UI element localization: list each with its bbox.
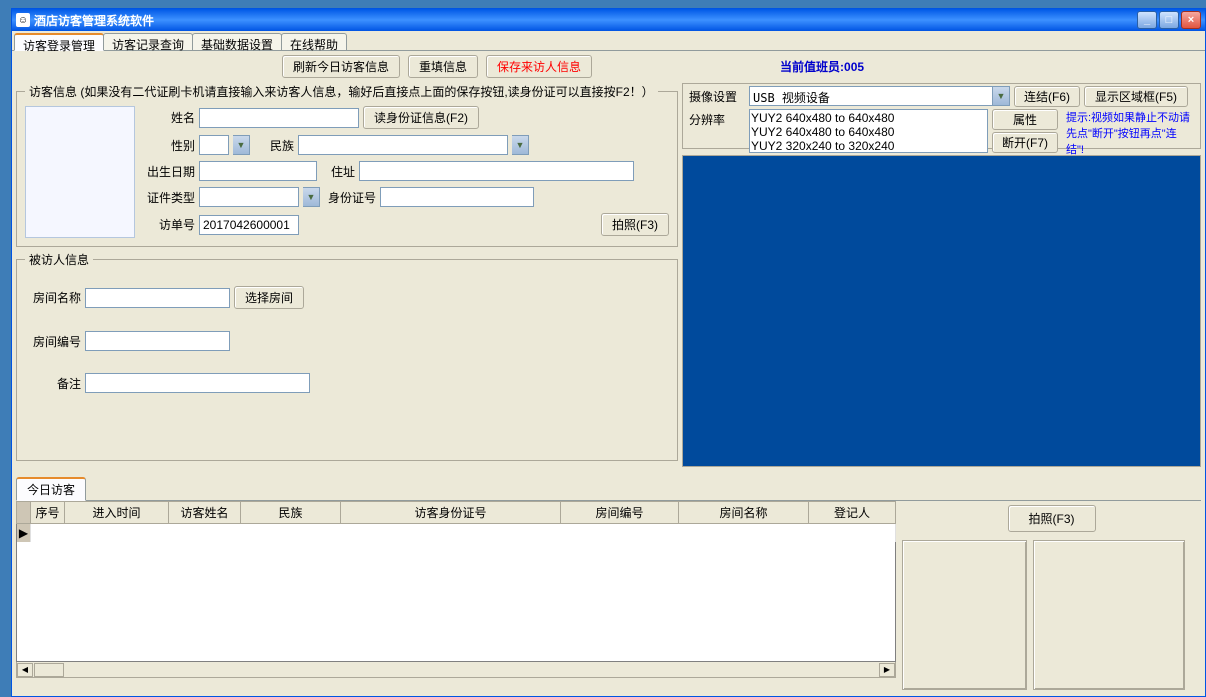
app-window: ☺ 酒店访客管理系统软件 _ □ × 访客登录管理 访客记录查询 基础数据设置 … bbox=[11, 8, 1206, 697]
id-type-dropdown-icon[interactable] bbox=[303, 187, 320, 207]
refill-button[interactable]: 重填信息 bbox=[408, 55, 478, 78]
resolution-list[interactable]: YUY2 640x480 to 640x480 YUY2 640x480 to … bbox=[749, 109, 988, 153]
horizontal-scrollbar[interactable]: ◀ ▶ bbox=[16, 662, 896, 678]
read-id-button[interactable]: 读身份证信息(F2) bbox=[363, 106, 479, 129]
ethnicity-dropdown-icon[interactable] bbox=[512, 135, 529, 155]
tab-today-visitors[interactable]: 今日访客 bbox=[16, 477, 86, 501]
resolution-label: 分辨率 bbox=[689, 109, 745, 128]
main-tabs: 访客登录管理 访客记录查询 基础数据设置 在线帮助 bbox=[12, 31, 1205, 51]
capture-preview-1 bbox=[902, 540, 1027, 690]
tab-visitor-query[interactable]: 访客记录查询 bbox=[103, 33, 193, 50]
scroll-thumb[interactable] bbox=[34, 663, 64, 677]
col-visitor-name[interactable]: 访客姓名 bbox=[169, 502, 241, 524]
refresh-button[interactable]: 刷新今日访客信息 bbox=[282, 55, 400, 78]
name-input[interactable] bbox=[199, 108, 359, 128]
id-number-label: 身份证号 bbox=[324, 189, 376, 206]
bottom-right-panel: 拍照(F3) bbox=[902, 501, 1201, 690]
camera-device-label: 摄像设置 bbox=[689, 86, 745, 105]
col-room-name[interactable]: 房间名称 bbox=[679, 502, 809, 524]
toolbar: 刷新今日访客信息 重填信息 保存来访人信息 当前值班员:005 bbox=[12, 51, 1205, 81]
take-photo-button[interactable]: 拍照(F3) bbox=[601, 213, 669, 236]
grid-row-selector-header bbox=[17, 502, 31, 524]
col-enter-time[interactable]: 进入时间 bbox=[65, 502, 169, 524]
camera-device-select[interactable]: USB 视频设备 bbox=[749, 86, 993, 106]
save-button[interactable]: 保存来访人信息 bbox=[486, 55, 592, 78]
capture-preview-2 bbox=[1033, 540, 1185, 690]
id-type-label: 证件类型 bbox=[141, 189, 195, 206]
title-bar: ☺ 酒店访客管理系统软件 _ □ × bbox=[12, 9, 1205, 31]
camera-hint: 提示:视频如果静止不动请先点"断开"按钮再点"连结"! bbox=[1062, 109, 1194, 157]
connect-button[interactable]: 连结(F6) bbox=[1014, 86, 1080, 107]
left-column: 访客信息 (如果没有二代证刷卡机请直接输入来访客人信息，输好后直接点上面的保存按… bbox=[16, 83, 678, 467]
visitor-info-legend: 访客信息 (如果没有二代证刷卡机请直接输入来访客人信息，输好后直接点上面的保存按… bbox=[25, 83, 658, 100]
disconnect-button[interactable]: 断开(F7) bbox=[992, 132, 1058, 153]
properties-button[interactable]: 属性 bbox=[992, 109, 1058, 130]
col-seq[interactable]: 序号 bbox=[31, 502, 65, 524]
id-type-input[interactable] bbox=[199, 187, 299, 207]
camera-settings-group: 摄像设置 USB 视频设备 连结(F6) 显示区域框(F5) bbox=[682, 83, 1201, 149]
row-indicator-icon: ▶ bbox=[17, 524, 31, 542]
ethnicity-label: 民族 bbox=[254, 137, 294, 154]
grid-current-row[interactable]: ▶ bbox=[17, 524, 896, 542]
address-label: 住址 bbox=[321, 163, 355, 180]
tab-help[interactable]: 在线帮助 bbox=[281, 33, 347, 50]
bottom-tab-bar: 今日访客 bbox=[16, 477, 1201, 501]
visit-no-label: 访单号 bbox=[141, 216, 195, 233]
gender-label: 性别 bbox=[141, 137, 195, 154]
name-label: 姓名 bbox=[141, 109, 195, 126]
camera-device-dropdown-icon[interactable] bbox=[993, 86, 1010, 106]
grid-container: 序号 进入时间 访客姓名 民族 访客身份证号 房间编号 房间名称 登记人 bbox=[16, 501, 896, 690]
remark-input[interactable] bbox=[85, 373, 310, 393]
current-staff: 当前值班员:005 bbox=[780, 58, 864, 75]
address-input[interactable] bbox=[359, 161, 634, 181]
ethnicity-input[interactable] bbox=[298, 135, 508, 155]
content-area: 刷新今日访客信息 重填信息 保存来访人信息 当前值班员:005 访客信息 (如果… bbox=[12, 51, 1205, 692]
visitors-grid[interactable]: 序号 进入时间 访客姓名 民族 访客身份证号 房间编号 房间名称 登记人 bbox=[16, 501, 896, 662]
col-ethnicity[interactable]: 民族 bbox=[241, 502, 341, 524]
col-room-no[interactable]: 房间编号 bbox=[561, 502, 679, 524]
window-title: 酒店访客管理系统软件 bbox=[34, 12, 1137, 29]
app-icon: ☺ bbox=[16, 13, 30, 27]
room-name-input[interactable] bbox=[85, 288, 230, 308]
gender-input[interactable] bbox=[199, 135, 229, 155]
id-number-input[interactable] bbox=[380, 187, 534, 207]
room-name-label: 房间名称 bbox=[25, 289, 81, 306]
visited-info-legend: 被访人信息 bbox=[25, 251, 93, 268]
capture-button[interactable]: 拍照(F3) bbox=[1008, 505, 1096, 532]
col-id-number[interactable]: 访客身份证号 bbox=[341, 502, 561, 524]
remark-label: 备注 bbox=[25, 375, 81, 392]
maximize-button[interactable]: □ bbox=[1159, 11, 1179, 29]
photo-preview bbox=[25, 106, 135, 238]
visit-no-input[interactable] bbox=[199, 215, 299, 235]
birth-label: 出生日期 bbox=[141, 163, 195, 180]
window-controls: _ □ × bbox=[1137, 11, 1201, 29]
scroll-right-icon[interactable]: ▶ bbox=[879, 663, 895, 677]
tab-base-data[interactable]: 基础数据设置 bbox=[192, 33, 282, 50]
scroll-left-icon[interactable]: ◀ bbox=[17, 663, 33, 677]
close-button[interactable]: × bbox=[1181, 11, 1201, 29]
select-room-button[interactable]: 选择房间 bbox=[234, 286, 304, 309]
gender-dropdown-icon[interactable] bbox=[233, 135, 250, 155]
birth-input[interactable] bbox=[199, 161, 317, 181]
minimize-button[interactable]: _ bbox=[1137, 11, 1157, 29]
visitor-info-group: 访客信息 (如果没有二代证刷卡机请直接输入来访客人信息，输好后直接点上面的保存按… bbox=[16, 83, 678, 247]
show-frame-button[interactable]: 显示区域框(F5) bbox=[1084, 86, 1188, 107]
visited-info-group: 被访人信息 房间名称 选择房间 房间编号 备注 bbox=[16, 251, 678, 461]
room-no-input[interactable] bbox=[85, 331, 230, 351]
main-area: 访客信息 (如果没有二代证刷卡机请直接输入来访客人信息，输好后直接点上面的保存按… bbox=[12, 81, 1205, 469]
room-no-label: 房间编号 bbox=[25, 333, 81, 350]
right-column: 摄像设置 USB 视频设备 连结(F6) 显示区域框(F5) bbox=[682, 83, 1201, 467]
tab-visitor-login[interactable]: 访客登录管理 bbox=[14, 33, 104, 51]
video-preview bbox=[682, 155, 1201, 467]
bottom-section: 今日访客 序号 进入时间 访客姓名 民族 访客身份证号 bbox=[12, 475, 1205, 692]
col-registrar[interactable]: 登记人 bbox=[809, 502, 896, 524]
